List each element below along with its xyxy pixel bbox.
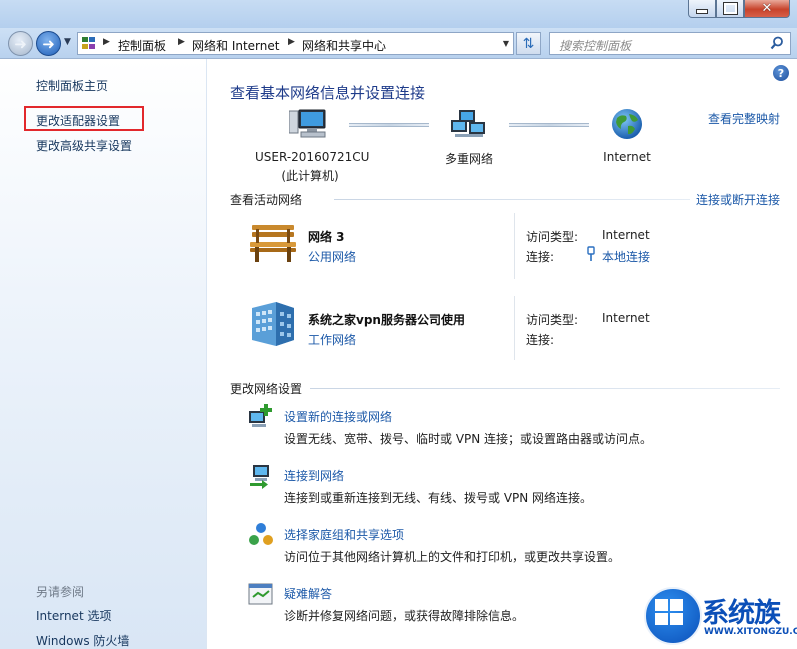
- sidebar-item-control-panel-home[interactable]: 控制面板主页: [36, 77, 108, 94]
- breadcrumb-arrow-icon[interactable]: ▶: [103, 37, 110, 47]
- task-setup-connection-desc: 设置无线、宽带、拨号、临时或 VPN 连接；或设置路由器或访问点。: [284, 432, 653, 446]
- task-troubleshoot-link[interactable]: 疑难解答: [284, 585, 332, 602]
- back-button[interactable]: ➜: [8, 31, 33, 56]
- title-bar: [0, 0, 797, 28]
- network-1-access-type-value: Internet: [602, 228, 650, 242]
- ethernet-connection-icon: [587, 246, 595, 261]
- network-2-connections-label: 连接:: [526, 333, 555, 347]
- park-bench-icon: [250, 225, 296, 262]
- breadcrumb-network-internet[interactable]: 网络和 Internet: [192, 37, 279, 54]
- navigation-bar: ➜ ➜ ▼ ▶ 控制面板 ▶ 网络和 Internet ▶ 网络和共享中心 ▼ …: [0, 28, 797, 59]
- connect-network-icon: [250, 465, 269, 489]
- search-box[interactable]: 搜索控制面板: [549, 32, 791, 55]
- network-2-access-type-value: Internet: [602, 311, 650, 325]
- network-1-local-connection-link[interactable]: 本地连接: [602, 248, 650, 265]
- network-2-access-type-label: 访问类型:: [526, 313, 579, 327]
- map-link-line: [509, 123, 589, 127]
- search-icon[interactable]: [770, 36, 784, 50]
- active-networks-heading: 查看活动网络: [230, 193, 303, 207]
- breadcrumb-control-panel[interactable]: 控制面板: [118, 37, 166, 54]
- search-placeholder: 搜索控制面板: [559, 39, 632, 53]
- watermark-url: WWW.XITONGZU.COM: [704, 627, 797, 637]
- breadcrumb-arrow-icon[interactable]: ▶: [288, 37, 295, 47]
- computer-icon[interactable]: [289, 108, 327, 140]
- task-homegroup-link[interactable]: 选择家庭组和共享选项: [284, 526, 404, 543]
- task-troubleshoot-desc: 诊断并修复网络问题，或获得故障排除信息。: [284, 609, 525, 623]
- close-button[interactable]: ✕: [744, 0, 790, 18]
- map-node-multiple-networks-label: 多重网络: [444, 152, 493, 166]
- new-connection-icon: [249, 404, 272, 427]
- windows-flag-icon: [655, 599, 685, 627]
- office-building-icon: [252, 302, 294, 346]
- troubleshoot-icon: [248, 583, 273, 605]
- sidebar-item-change-adapter-settings[interactable]: 更改适配器设置: [36, 112, 120, 129]
- change-settings-heading: 更改网络设置: [230, 382, 303, 396]
- task-homegroup-desc: 访问位于其他网络计算机上的文件和打印机，或更改共享设置。: [284, 550, 621, 564]
- recent-pages-chevron-icon[interactable]: ▼: [64, 37, 71, 47]
- refresh-icon: ⇅: [522, 35, 535, 52]
- refresh-button[interactable]: ⇅: [516, 32, 541, 55]
- network-1-separator: [514, 213, 515, 279]
- network-2-type-link[interactable]: 工作网络: [308, 331, 356, 348]
- help-icon[interactable]: ?: [773, 65, 789, 81]
- forward-button[interactable]: ➜: [36, 31, 61, 56]
- see-also-heading: 另请参阅: [36, 585, 85, 599]
- see-also-internet-options[interactable]: Internet 选项: [36, 607, 111, 624]
- breadcrumb-sharing-center[interactable]: 网络和共享中心: [302, 37, 386, 54]
- breadcrumb-arrow-icon[interactable]: ▶: [178, 37, 185, 47]
- close-icon: ✕: [761, 1, 773, 16]
- task-connect-network-link[interactable]: 连接到网络: [284, 467, 344, 484]
- control-panel-icon: [82, 37, 97, 50]
- multiple-networks-icon[interactable]: [451, 110, 487, 140]
- map-node-internet-label: Internet: [603, 150, 651, 164]
- maximize-icon: [722, 2, 738, 15]
- network-2-name: 系统之家vpn服务器公司使用: [308, 313, 465, 327]
- view-full-map-link[interactable]: 查看完整映射: [708, 110, 780, 127]
- network-1-type-link[interactable]: 公用网络: [308, 248, 356, 265]
- map-link-line: [349, 123, 429, 127]
- task-pane: 控制面板主页 更改适配器设置 更改高级共享设置 另请参阅 Internet 选项…: [0, 59, 207, 649]
- task-setup-connection-link[interactable]: 设置新的连接或网络: [284, 408, 392, 425]
- address-dropdown-icon[interactable]: ▼: [503, 39, 509, 48]
- page-title: 查看基本网络信息并设置连接: [230, 84, 426, 102]
- globe-icon[interactable]: [611, 108, 643, 140]
- network-2-separator: [514, 296, 515, 360]
- network-1-name: 网络 3: [308, 230, 345, 244]
- sidebar-item-advanced-sharing[interactable]: 更改高级共享设置: [36, 137, 132, 154]
- forward-arrow-icon: ➜: [42, 34, 55, 53]
- minimize-button[interactable]: [688, 0, 716, 18]
- map-node-computer-label: USER-20160721CU: [255, 150, 370, 164]
- task-connect-network-desc: 连接到或重新连接到无线、有线、拨号或 VPN 网络连接。: [284, 491, 593, 505]
- minimize-icon: [696, 9, 708, 14]
- watermark-brand: 系统族: [702, 598, 781, 629]
- site-watermark-logo: 系统族 WWW.XITONGZU.COM: [640, 585, 797, 649]
- see-also-windows-firewall[interactable]: Windows 防火墙: [36, 632, 129, 649]
- network-1-access-type-label: 访问类型:: [526, 230, 579, 244]
- section-divider: [334, 199, 690, 200]
- network-1-connections-label: 连接:: [526, 250, 555, 264]
- maximize-button[interactable]: [716, 0, 744, 18]
- homegroup-icon: [249, 523, 273, 545]
- back-arrow-icon: ➜: [14, 34, 27, 53]
- map-node-computer-sublabel: (此计算机): [281, 169, 339, 183]
- connect-disconnect-link[interactable]: 连接或断开连接: [696, 191, 780, 208]
- section-divider: [310, 388, 780, 389]
- address-bar[interactable]: ▶ 控制面板 ▶ 网络和 Internet ▶ 网络和共享中心 ▼: [77, 32, 514, 55]
